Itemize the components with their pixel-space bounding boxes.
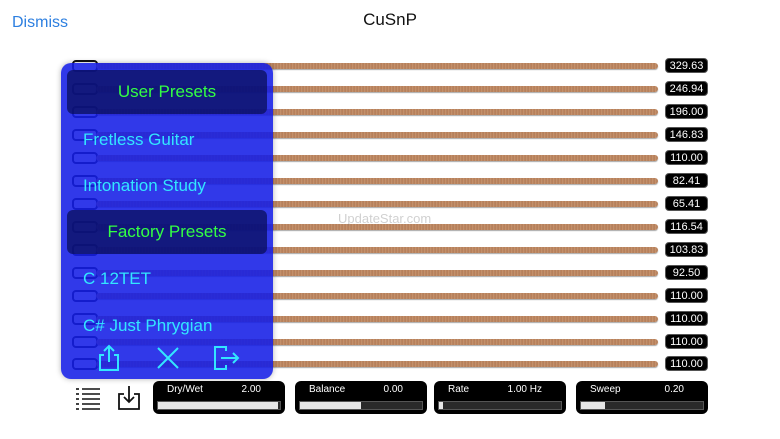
preset-item[interactable]: C# Just Phrygian bbox=[83, 316, 212, 336]
frequency-label[interactable]: 110.00 bbox=[665, 356, 708, 371]
balance-slider[interactable]: Balance 0.00 bbox=[295, 381, 427, 414]
frequency-label[interactable]: 329.63 bbox=[665, 58, 708, 73]
frequency-label[interactable]: 110.00 bbox=[665, 334, 708, 349]
slider-label: Balance bbox=[309, 384, 346, 395]
export-icon[interactable] bbox=[212, 344, 240, 372]
close-icon[interactable] bbox=[154, 344, 182, 372]
frequency-label[interactable]: 110.00 bbox=[665, 311, 708, 326]
frequency-label[interactable]: 82.41 bbox=[665, 173, 708, 188]
frequency-label[interactable]: 92.50 bbox=[665, 265, 708, 280]
frequency-label[interactable]: 110.00 bbox=[665, 288, 708, 303]
preset-item[interactable]: Intonation Study bbox=[83, 176, 206, 196]
slider-track[interactable] bbox=[299, 401, 423, 410]
slider-track[interactable] bbox=[438, 401, 562, 410]
slider-fill bbox=[581, 402, 606, 409]
slider-label: Sweep bbox=[590, 384, 621, 395]
frequency-label[interactable]: 65.41 bbox=[665, 196, 708, 211]
frequency-label[interactable]: 196.00 bbox=[665, 104, 708, 119]
frequency-label[interactable]: 116.54 bbox=[665, 219, 708, 234]
slider-value: 0.00 bbox=[383, 384, 403, 395]
slider-fill bbox=[300, 402, 361, 409]
dry-wet-slider[interactable]: Dry/Wet 2.00 bbox=[153, 381, 285, 414]
presets-panel: User Presets Fretless Guitar Intonation … bbox=[61, 63, 273, 379]
frequency-label[interactable]: 110.00 bbox=[665, 150, 708, 165]
sweep-slider[interactable]: Sweep 0.20 bbox=[576, 381, 708, 414]
slider-fill bbox=[158, 402, 278, 409]
list-icon[interactable] bbox=[75, 386, 101, 410]
preset-item[interactable]: Fretless Guitar bbox=[83, 130, 194, 150]
watermark: UpdateStar.com bbox=[338, 211, 432, 226]
preset-item[interactable]: C 12TET bbox=[83, 269, 151, 289]
slider-label: Dry/Wet bbox=[167, 384, 203, 395]
share-icon[interactable] bbox=[95, 344, 123, 372]
slider-value: 2.00 bbox=[241, 384, 261, 395]
download-icon[interactable] bbox=[117, 384, 141, 410]
slider-label: Rate bbox=[448, 384, 470, 395]
factory-presets-header: Factory Presets bbox=[67, 210, 267, 254]
slider-value: 0.20 bbox=[664, 384, 684, 395]
rate-slider[interactable]: Rate 1.00 Hz bbox=[434, 381, 566, 414]
frequency-label[interactable]: 246.94 bbox=[665, 81, 708, 96]
slider-track[interactable] bbox=[580, 401, 704, 410]
frequency-label[interactable]: 103.83 bbox=[665, 242, 708, 257]
slider-value: 1.00 Hz bbox=[507, 384, 542, 395]
user-presets-header: User Presets bbox=[67, 70, 267, 114]
slider-track[interactable] bbox=[157, 401, 281, 410]
frequency-label[interactable]: 146.83 bbox=[665, 127, 708, 142]
slider-fill bbox=[439, 402, 443, 409]
